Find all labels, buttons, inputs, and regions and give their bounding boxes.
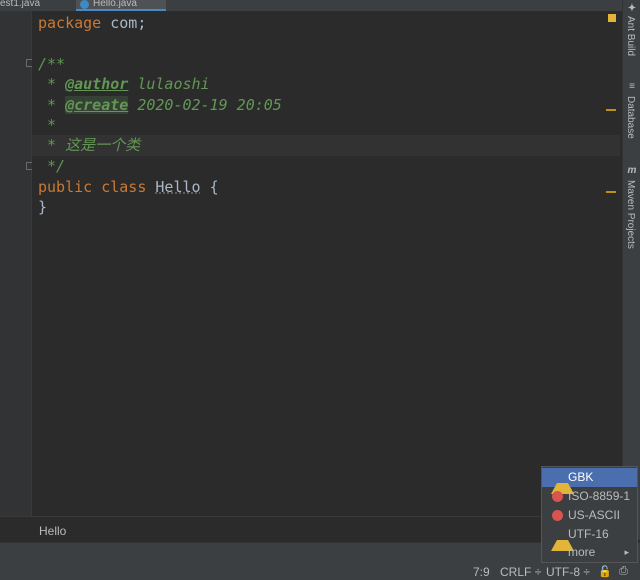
keyword-public: public	[38, 178, 93, 196]
java-class-icon	[80, 0, 89, 9]
package-name: com;	[101, 14, 147, 32]
right-tool-strip: ✦ Ant Build ≡ Database m Maven Projects	[622, 0, 640, 540]
printer-icon[interactable]: ⎙	[619, 565, 628, 578]
breadcrumb: Hello	[0, 516, 622, 543]
code-line-4: * @author lulaoshi	[38, 74, 210, 95]
line-separator-label: CRLF	[500, 565, 532, 579]
option-label: ISO-8859-1	[568, 489, 631, 503]
inspection-status-icon[interactable]	[608, 14, 616, 22]
code-line-8: */	[38, 157, 66, 175]
readonly-lock-icon[interactable]: 🔓	[598, 565, 612, 578]
javadoc-author-tag: @author	[65, 75, 129, 93]
code-line-9: public class Hello {	[38, 177, 219, 198]
code-line-3: /**	[38, 55, 66, 73]
option-label: UTF-16	[568, 527, 609, 541]
error-icon	[552, 491, 563, 502]
database-tool-button[interactable]: Database	[625, 96, 636, 139]
tab-label: Hello.java	[93, 0, 137, 9]
code-line-5: * @create 2020-02-19 20:05	[38, 95, 282, 116]
caret-position[interactable]: 7:9	[473, 565, 490, 579]
encoding-option-us-ascii[interactable]: US-ASCII	[542, 506, 637, 525]
error-icon	[552, 510, 563, 521]
chevron-right-icon: ▸	[624, 547, 629, 557]
encoding-option-gbk[interactable]: GBK	[542, 468, 637, 494]
javadoc-create-tag: @create	[65, 96, 129, 114]
warning-stripe-mark[interactable]	[606, 109, 616, 111]
encoding-option-more[interactable]: more ▸	[542, 543, 637, 562]
ant-build-tool-button[interactable]: Ant Build	[625, 16, 636, 56]
breadcrumb-item-hello[interactable]: Hello	[39, 524, 66, 538]
code-line-7: * 这是一个类	[38, 136, 141, 154]
line-separator-widget[interactable]: CRLF ÷	[500, 565, 541, 579]
encoding-label: UTF-8	[546, 565, 580, 579]
encoding-popup-menu: GBK ISO-8859-1 US-ASCII UTF-16 more ▸	[541, 466, 638, 563]
comment-prefix: *	[38, 75, 66, 93]
chevron-down-icon: ÷	[534, 565, 542, 579]
tab-test1-java[interactable]: est1.java	[0, 0, 60, 11]
open-brace: {	[200, 178, 219, 196]
class-name: Hello	[155, 178, 201, 196]
editor-tab-bar: est1.java Hello.java	[0, 0, 622, 11]
keyword-class: class	[101, 178, 147, 196]
ant-icon: ✦	[627, 3, 637, 14]
author-value: lulaoshi	[128, 75, 210, 93]
code-line-10: }	[38, 198, 48, 216]
encoding-option-utf-16[interactable]: UTF-16	[542, 525, 637, 551]
encoding-widget[interactable]: UTF-8 ÷	[546, 565, 590, 579]
code-line-1: package com;	[38, 13, 146, 34]
option-label: US-ASCII	[568, 508, 621, 522]
option-label: more	[568, 545, 596, 559]
editor-gutter[interactable]	[0, 11, 34, 516]
tab-hello-java[interactable]: Hello.java	[76, 0, 166, 11]
maven-projects-tool-button[interactable]: Maven Projects	[625, 180, 636, 249]
maven-icon: m	[627, 165, 637, 176]
tab-label: est1.java	[0, 0, 41, 9]
chevron-down-icon: ÷	[583, 565, 590, 579]
encoding-option-iso-8859-1[interactable]: ISO-8859-1	[542, 487, 637, 506]
code-line-6: *	[38, 116, 57, 134]
warning-stripe-mark[interactable]	[606, 191, 616, 193]
create-value: 2020-02-19 20:05	[128, 96, 282, 114]
database-icon: ≡	[629, 81, 635, 92]
comment-prefix: *	[38, 96, 66, 114]
keyword-package: package	[38, 14, 102, 32]
